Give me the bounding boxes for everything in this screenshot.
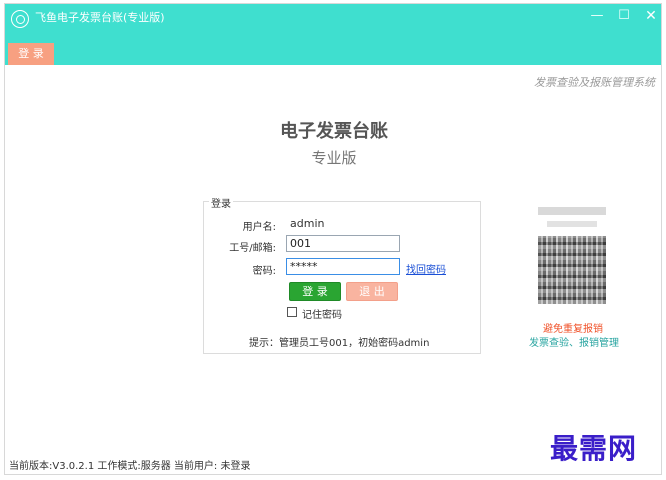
qr-subtext: 发票查验、报销管理 <box>529 338 619 349</box>
username-label: 用户名: <box>242 222 276 233</box>
qr-warning-text: 避免重复报销 <box>543 324 603 335</box>
watermark-logo: 最需网 <box>550 432 638 465</box>
qr-caption-blurred-2 <box>547 221 597 227</box>
login-groupbox-legend: 登录 <box>209 195 233 210</box>
page-subtitle: 专业版 <box>311 149 357 167</box>
exit-button[interactable]: 退 出 <box>346 282 398 301</box>
minimize-button[interactable]: — <box>585 7 609 25</box>
login-button[interactable]: 登 录 <box>289 282 341 301</box>
close-button[interactable]: ✕ <box>639 7 661 25</box>
app-window: 飞鱼电子发票台账(专业版) — ☐ ✕ 登 录 发票查验及报账管理系统 电子发票… <box>4 3 662 475</box>
qr-code-blur-overlay <box>538 236 606 304</box>
status-bar: 当前版本:V3.0.2.1 工作模式:服务器 当前用户: 未登录 <box>9 461 251 472</box>
window-title: 飞鱼电子发票台账(专业版) <box>35 11 165 24</box>
qr-caption-blurred <box>538 207 606 215</box>
login-hint: 提示：管理员工号001，初始密码admin <box>249 338 430 349</box>
workid-input[interactable] <box>286 235 400 252</box>
password-label: 密码: <box>252 266 276 277</box>
workid-label: 工号/邮箱: <box>229 243 276 254</box>
username-value: admin <box>290 217 325 230</box>
forgot-password-link[interactable]: 找回密码 <box>406 261 446 276</box>
app-logo-icon <box>11 10 29 28</box>
tab-login[interactable]: 登 录 <box>8 43 54 65</box>
remember-password-checkbox[interactable] <box>287 307 297 317</box>
page-title: 电子发票台账 <box>280 121 388 142</box>
maximize-button[interactable]: ☐ <box>612 7 636 25</box>
app-tagline: 发票查验及报账管理系统 <box>534 76 655 89</box>
title-bar: 飞鱼电子发票台账(专业版) — ☐ ✕ 登 录 <box>5 4 661 65</box>
password-input[interactable] <box>286 258 400 275</box>
remember-password-label: 记住密码 <box>302 310 342 321</box>
